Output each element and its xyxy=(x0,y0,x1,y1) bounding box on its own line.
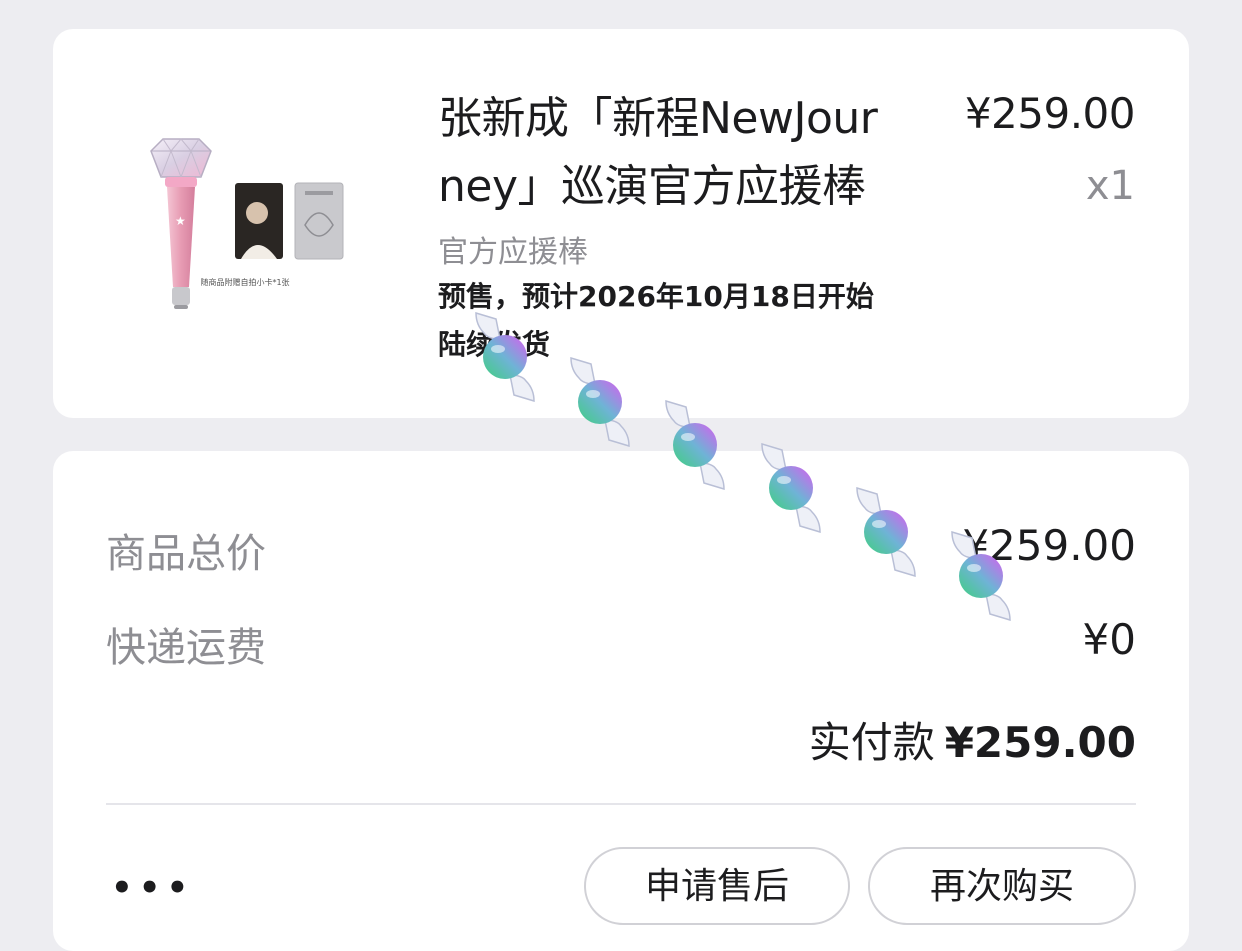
after-sale-button[interactable]: 申请售后 xyxy=(584,847,850,925)
goods-total-label: 商品总价 xyxy=(106,531,266,577)
svg-text:★: ★ xyxy=(175,214,186,228)
order-item-card[interactable]: ★ 随商品附赠自拍小卡*1张 张新成「新程NewJourney」巡演官方应援棒 … xyxy=(53,29,1189,418)
shipping-label: 快递运费 xyxy=(106,625,266,671)
shipping-value: ¥0 xyxy=(1082,615,1136,664)
amount-paid-value: ¥259.00 xyxy=(944,718,1136,767)
amount-paid: 实付款 ¥259.00 xyxy=(809,709,1136,770)
product-variant: 官方应援棒 xyxy=(438,235,588,270)
price-summary-card: 商品总价 ¥259.00 快递运费 ¥0 实付款 ¥259.00 ••• 申请售后… xyxy=(53,451,1189,951)
product-quantity: x1 xyxy=(1085,163,1135,209)
divider xyxy=(106,803,1136,805)
image-caption: 随商品附赠自拍小卡*1张 xyxy=(200,278,290,287)
presale-note: 预售，预计2026年10月18日开始陆续发货 xyxy=(438,280,874,361)
amount-paid-label: 实付款 xyxy=(808,718,935,767)
product-image[interactable]: ★ 随商品附赠自拍小卡*1张 xyxy=(139,137,351,337)
goods-total-value: ¥259.00 xyxy=(962,521,1136,570)
more-options-icon[interactable]: ••• xyxy=(111,871,194,905)
lightstick-image: ★ xyxy=(150,138,344,309)
product-title[interactable]: 张新成「新程NewJourney」巡演官方应援棒 xyxy=(438,85,898,221)
product-price: ¥259.00 xyxy=(964,89,1136,138)
buy-again-button[interactable]: 再次购买 xyxy=(868,847,1136,925)
